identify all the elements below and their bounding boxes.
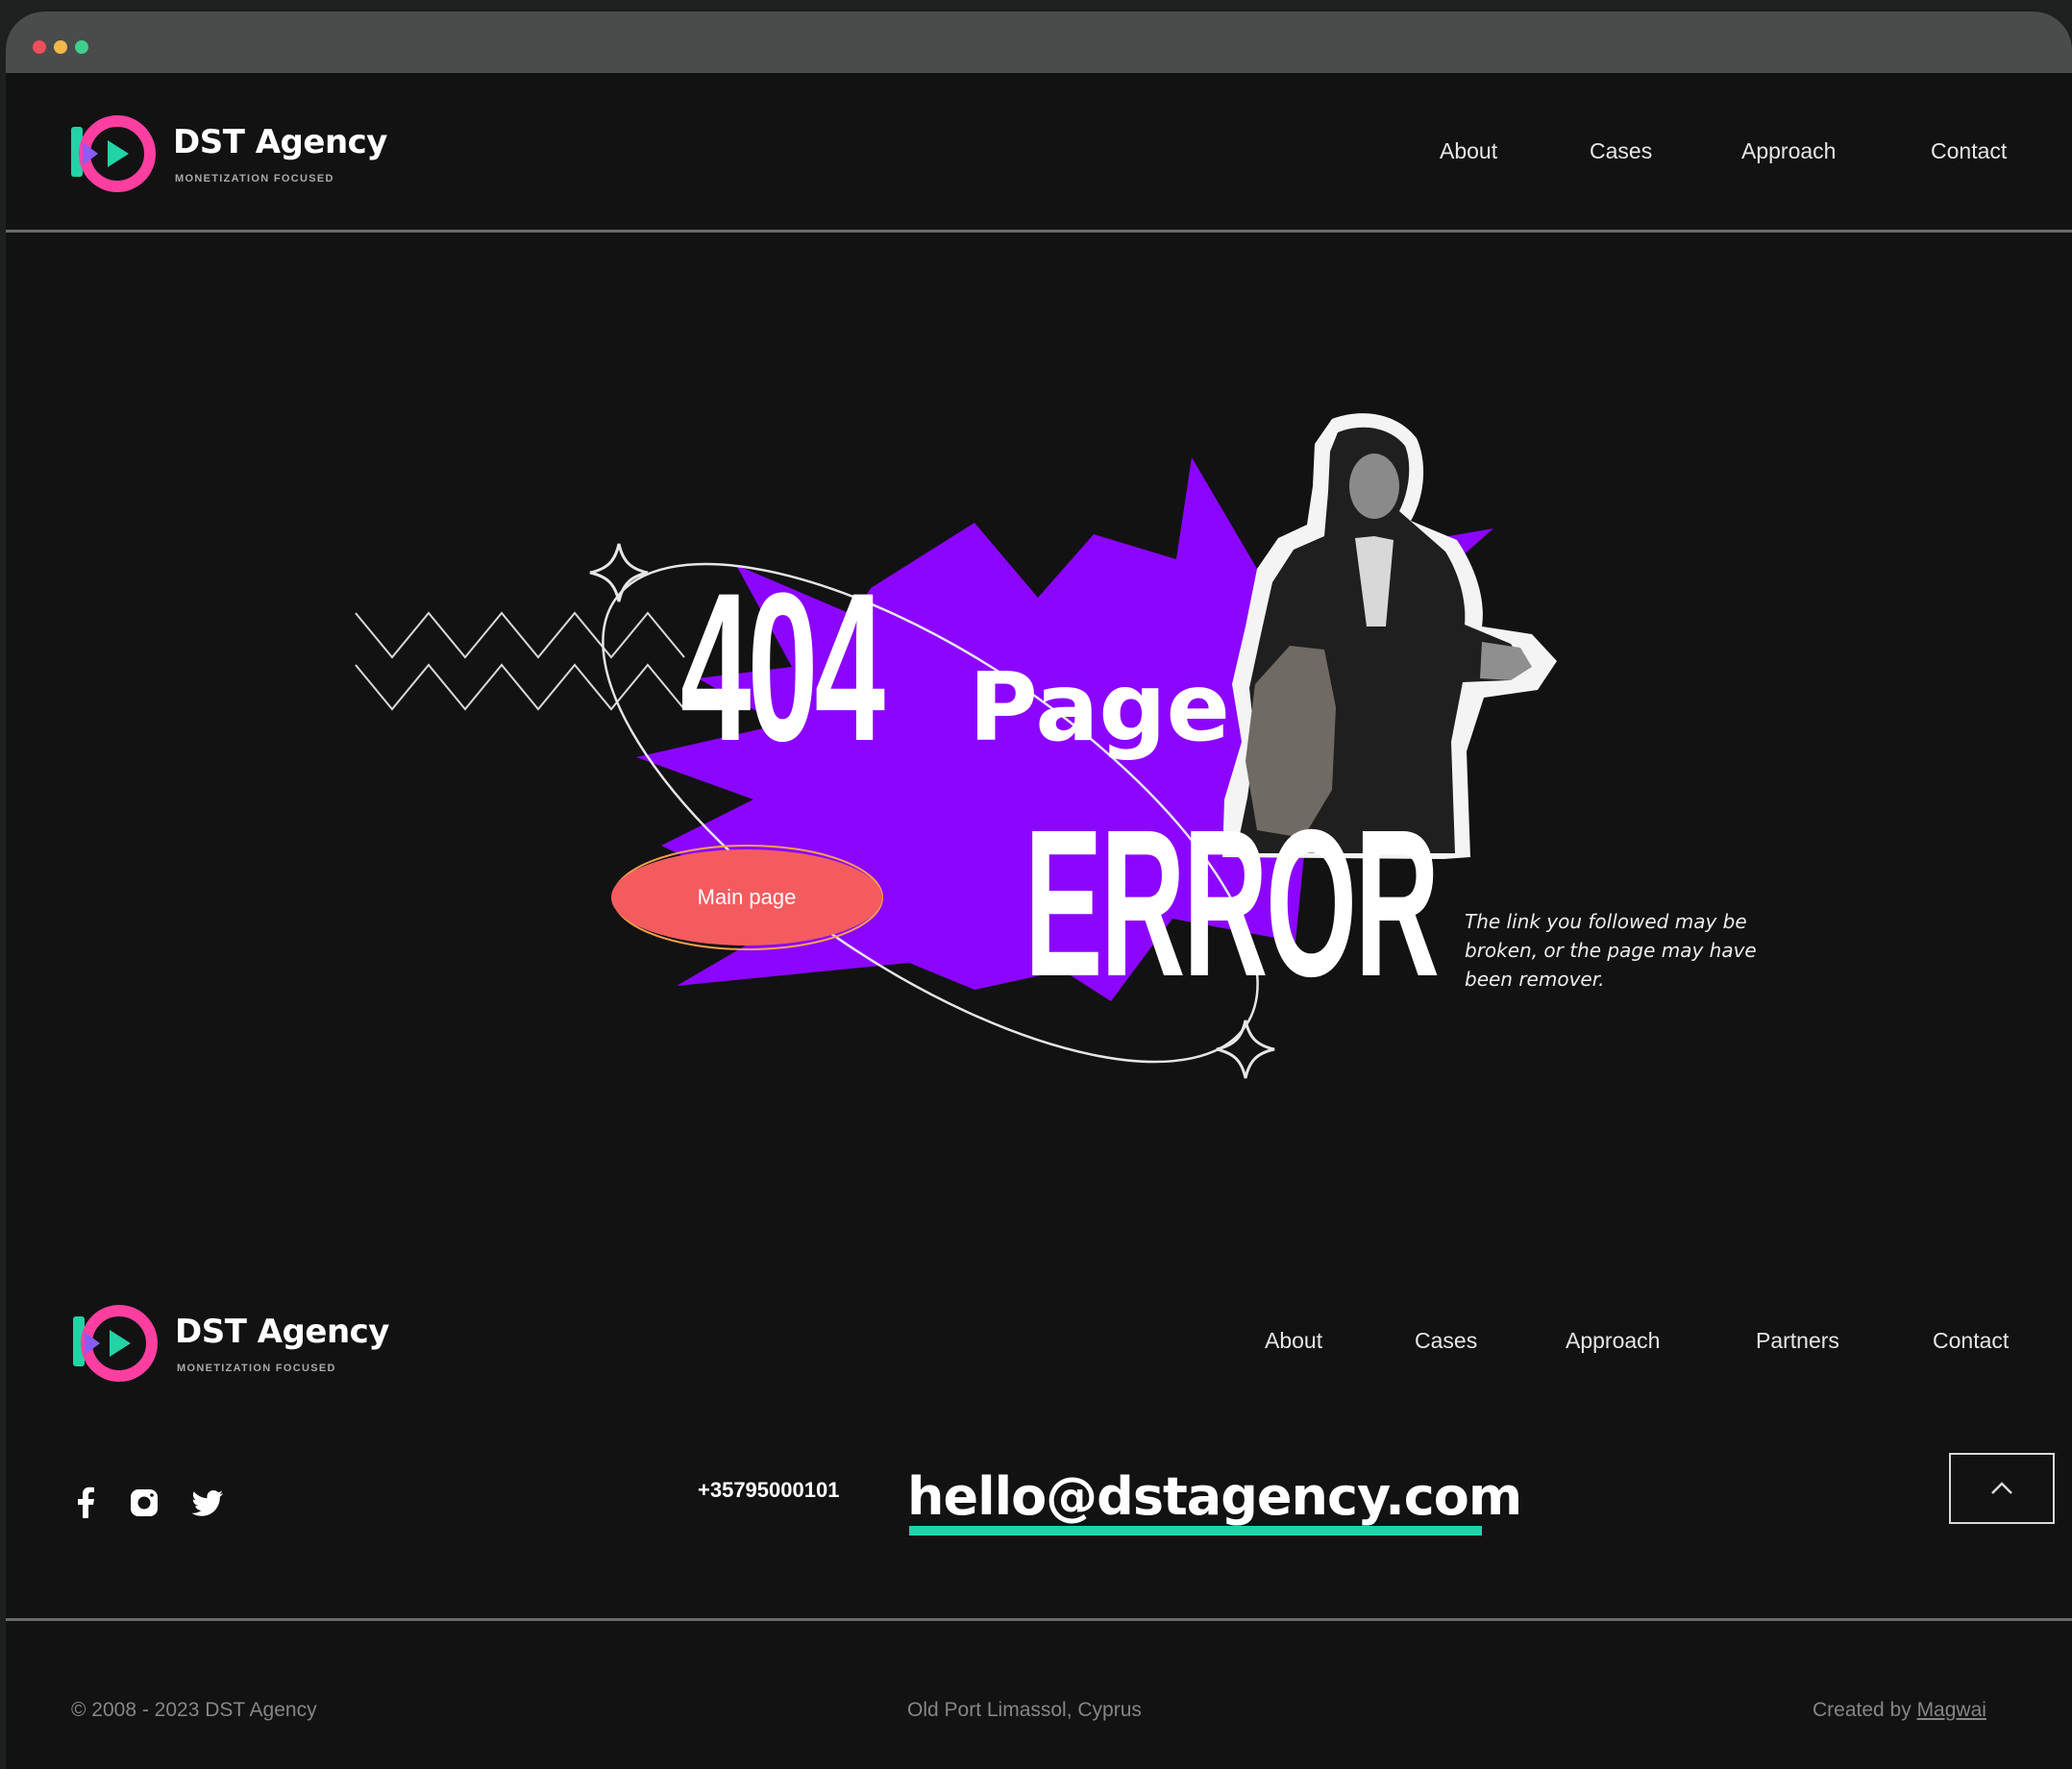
footer-nav-partners[interactable]: Partners	[1756, 1328, 1839, 1354]
logo-tagline: Monetization focused	[177, 1363, 336, 1374]
header-divider	[6, 230, 2072, 233]
footer-nav-contact[interactable]: Contact	[1933, 1328, 2009, 1354]
error-word: ERROR	[1024, 787, 1440, 1020]
email-underline	[909, 1526, 1482, 1536]
chevron-up-icon	[1991, 1482, 2012, 1494]
browser-window: DST Agency Monetization focused About Ca…	[6, 12, 2072, 1769]
credit-text: Created by Magwai	[1813, 1699, 1986, 1722]
logo-mark-icon	[73, 1305, 158, 1382]
minimize-window-dot[interactable]	[54, 40, 67, 54]
footer-nav-about[interactable]: About	[1265, 1328, 1322, 1354]
close-window-dot[interactable]	[33, 40, 46, 54]
twitter-icon[interactable]	[188, 1484, 227, 1522]
page-word: Page	[969, 653, 1230, 763]
header-logo[interactable]: DST Agency Monetization focused	[69, 113, 396, 202]
contact-phone[interactable]: +35795000101	[698, 1478, 839, 1503]
confused-man-image	[1222, 413, 1557, 859]
error-code-404: 404	[680, 549, 885, 785]
facebook-icon[interactable]	[67, 1484, 106, 1522]
address-text: Old Port Limassol, Cyprus	[907, 1699, 1142, 1721]
footer-logo[interactable]: DST Agency Monetization focused	[71, 1303, 398, 1391]
contact-email[interactable]: hello@dstagency.com	[907, 1466, 1522, 1527]
orbit-ellipse	[602, 562, 1259, 1064]
main-page-button[interactable]: Main page	[611, 849, 882, 946]
header-nav-about[interactable]: About	[1440, 138, 1497, 164]
error-description: The link you followed may be broken, or …	[1465, 910, 1757, 991]
logo-name: DST Agency	[173, 123, 387, 161]
zigzag-line-top	[355, 611, 685, 659]
footer-nav-approach[interactable]: Approach	[1566, 1328, 1660, 1354]
footer-nav-cases[interactable]: Cases	[1415, 1328, 1477, 1354]
logo-tagline: Monetization focused	[175, 173, 334, 184]
sparkle-icon	[589, 543, 649, 602]
maximize-window-dot[interactable]	[75, 40, 88, 54]
sparkle-icon	[1216, 1020, 1275, 1079]
copyright-text: © 2008 - 2023 DST Agency	[71, 1699, 317, 1721]
logo-name: DST Agency	[175, 1313, 389, 1351]
instagram-icon[interactable]	[125, 1484, 163, 1522]
scroll-to-top-button[interactable]	[1949, 1453, 2055, 1524]
zigzag-line-bottom	[355, 663, 685, 711]
header-nav-contact[interactable]: Contact	[1931, 138, 2007, 164]
header-nav-approach[interactable]: Approach	[1741, 138, 1836, 164]
credit-link[interactable]: Magwai	[1917, 1699, 1986, 1721]
logo-mark-icon	[71, 115, 156, 192]
footer-divider	[6, 1618, 2072, 1621]
header-nav-cases[interactable]: Cases	[1590, 138, 1652, 164]
credit-prefix: Created by	[1813, 1699, 1917, 1721]
window-titlebar	[6, 12, 2072, 73]
